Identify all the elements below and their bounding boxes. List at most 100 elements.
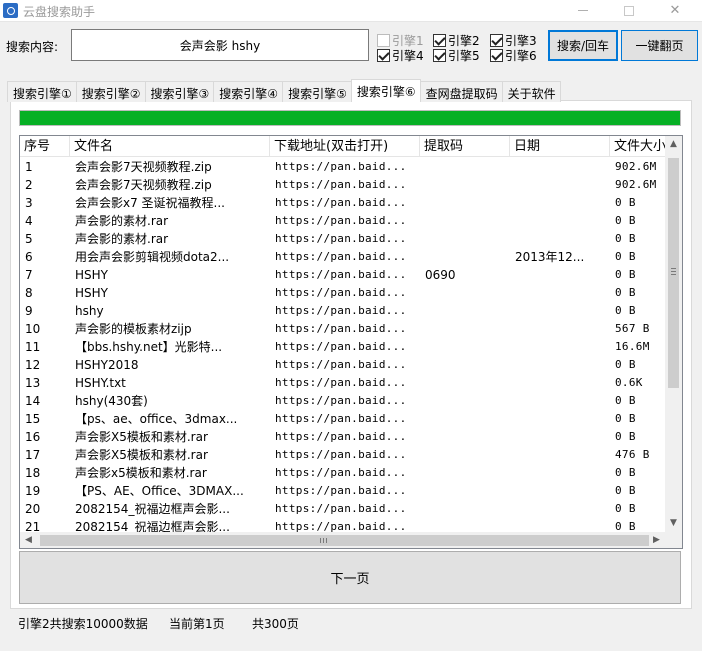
table-cell: 会声会影7天视频教程.zip xyxy=(75,160,212,174)
horizontal-scroll-thumb[interactable] xyxy=(40,535,649,546)
table-row[interactable]: 15 【ps、ae、office、3dmax... https://pan.baid… xyxy=(20,410,665,428)
table-row[interactable]: 11 【bbs.hshy.net】光影特... https://pan.baid..… xyxy=(20,338,665,356)
table-cell: 17 xyxy=(25,448,41,462)
column-header[interactable]: 文件名 xyxy=(70,136,270,156)
search-button[interactable]: 搜索/回车 xyxy=(548,30,618,61)
tab-6[interactable]: 搜索引擎⑥ xyxy=(350,79,421,102)
table-row[interactable]: 1 会声会影7天视频教程.zip https://pan.baid... 902.6M xyxy=(20,158,665,176)
minimize-button[interactable] xyxy=(560,0,606,22)
table-cell: 0690 xyxy=(425,268,456,282)
checkbox-icon[interactable] xyxy=(377,33,390,47)
tab-8[interactable]: 关于软件 xyxy=(501,81,561,102)
maximize-icon xyxy=(624,5,634,16)
table-cell: 0 B xyxy=(615,232,636,245)
table-cell: 12 xyxy=(25,358,41,372)
table-row[interactable]: 19 【PS、AE、Office、3DMAX... https://pan.baid… xyxy=(20,482,665,500)
scroll-down-icon[interactable]: ▼ xyxy=(665,515,682,532)
table-row[interactable]: 2 会声会影7天视频教程.zip https://pan.baid... 902.6M xyxy=(20,176,665,194)
table-cell xyxy=(420,338,510,356)
table-cell: 0.6K xyxy=(615,376,643,389)
table-cell xyxy=(420,320,510,338)
horizontal-scrollbar[interactable]: ◀ ▶ xyxy=(20,532,665,548)
tab-7[interactable]: 查网盘提取码 xyxy=(419,81,503,102)
table-row[interactable]: 4 声会影的素材.rar https://pan.baid... 0 B xyxy=(20,212,665,230)
vertical-scroll-thumb[interactable] xyxy=(668,158,679,388)
checkbox-icon[interactable] xyxy=(490,48,503,62)
table-cell: https://pan.baid... xyxy=(275,340,407,353)
table-cell xyxy=(510,428,610,446)
table-row[interactable]: 5 声会影的素材.rar https://pan.baid... 0 B xyxy=(20,230,665,248)
search-label: 搜索内容: xyxy=(6,40,59,54)
checkbox-icon[interactable] xyxy=(433,33,446,47)
table-cell: https://pan.baid... xyxy=(275,250,407,263)
table-cell: 0 B xyxy=(615,430,636,443)
engine-label: 引擎5 xyxy=(448,48,480,63)
maximize-button[interactable] xyxy=(606,0,652,22)
table-row[interactable]: 3 会声会影x7 圣诞祝福教程... https://pan.baid... 0 B xyxy=(20,194,665,212)
table-cell: 1 xyxy=(25,160,33,174)
table-cell: HSHY xyxy=(75,268,108,282)
vertical-scrollbar[interactable]: ▲ ▼ xyxy=(665,136,682,532)
tab-2[interactable]: 搜索引擎② xyxy=(75,81,146,102)
engine-checkbox-5[interactable]: 引擎5 xyxy=(433,47,480,63)
column-header[interactable]: 下载地址(双击打开) xyxy=(270,136,420,156)
table-row[interactable]: 14 hshy(430套) https://pan.baid... 0 B xyxy=(20,392,665,410)
table-row[interactable]: 9 hshy https://pan.baid... 0 B xyxy=(20,302,665,320)
table-cell: 【PS、AE、Office、3DMAX... xyxy=(75,484,244,498)
grip-line xyxy=(671,268,676,269)
table-cell: hshy(430套) xyxy=(75,394,148,408)
table-cell: 0 B xyxy=(615,412,636,425)
table-cell xyxy=(420,392,510,410)
table-cell xyxy=(420,446,510,464)
table-cell: https://pan.baid... xyxy=(275,214,407,227)
table-cell: 14 xyxy=(25,394,41,408)
table-cell: HSHY xyxy=(75,286,108,300)
scroll-up-icon[interactable]: ▲ xyxy=(665,136,682,153)
scroll-right-icon[interactable]: ▶ xyxy=(648,532,665,548)
table-row[interactable]: 6 用会声会影剪辑视频dota2... https://pan.baid... 201… xyxy=(20,248,665,266)
scrollbar-corner xyxy=(665,532,682,548)
auto-page-button[interactable]: 一键翻页 xyxy=(621,30,698,61)
progress-bar xyxy=(19,110,681,126)
next-page-button[interactable]: 下一页 xyxy=(19,551,681,604)
column-header[interactable]: 序号 xyxy=(20,136,70,156)
table-row[interactable]: 20 2082154_祝福边框声会影... https://pan.baid... 0… xyxy=(20,500,665,518)
table-cell: 0 B xyxy=(615,250,636,263)
table-cell: 16.6M xyxy=(615,340,650,353)
tab-bar: 搜索引擎① 搜索引擎② 搜索引擎③ 搜索引擎④ 搜索引擎⑤ 搜索引擎⑥ 查网盘提取码 关于软件 xyxy=(7,79,561,102)
checkbox-icon[interactable] xyxy=(377,48,390,62)
tab-4[interactable]: 搜索引擎④ xyxy=(213,81,284,102)
table-cell: 0 B xyxy=(615,466,636,479)
tab-3[interactable]: 搜索引擎③ xyxy=(144,81,215,102)
search-input[interactable] xyxy=(71,29,369,61)
minimize-icon xyxy=(578,10,588,11)
scroll-left-icon[interactable]: ◀ xyxy=(20,532,37,548)
column-header[interactable]: 提取码 xyxy=(420,136,510,156)
column-header[interactable]: 文件大小 xyxy=(610,136,665,156)
table-cell: 2082154_祝福边框声会影... xyxy=(75,502,230,516)
table-cell xyxy=(420,284,510,302)
table-row[interactable]: 17 声会影X5模板和素材.rar https://pan.baid... 476 B xyxy=(20,446,665,464)
table-cell xyxy=(510,482,610,500)
engine-checkbox-6[interactable]: 引擎6 xyxy=(490,47,537,63)
close-button[interactable]: ✕ xyxy=(652,0,698,22)
checkbox-icon[interactable] xyxy=(433,48,446,62)
table-row[interactable]: 18 声会影x5模板和素材.rar https://pan.baid... 0 B xyxy=(20,464,665,482)
tab-5[interactable]: 搜索引擎⑤ xyxy=(282,81,352,102)
table-row[interactable]: 13 HSHY.txt https://pan.baid... 0.6K xyxy=(20,374,665,392)
table-row[interactable]: 10 声会影的模板素材zijp https://pan.baid... 567 B xyxy=(20,320,665,338)
table-cell: https://pan.baid... xyxy=(275,160,407,173)
checkbox-icon[interactable] xyxy=(490,33,503,47)
table-cell xyxy=(420,500,510,518)
table-cell: 0 B xyxy=(615,484,636,497)
table-row[interactable]: 12 HSHY2018 https://pan.baid... 0 B xyxy=(20,356,665,374)
table-row[interactable]: 16 声会影X5模板和素材.rar https://pan.baid... 0 B xyxy=(20,428,665,446)
engine-checkbox-4[interactable]: 引擎4 xyxy=(377,47,424,63)
table-row[interactable]: 21 2082154_祝福边框声会影... https://pan.baid... 0… xyxy=(20,518,665,532)
app-icon xyxy=(3,3,18,18)
table-row[interactable]: 8 HSHY https://pan.baid... 0 B xyxy=(20,284,665,302)
table-cell: 0 B xyxy=(615,358,636,371)
tab-1[interactable]: 搜索引擎① xyxy=(7,81,77,102)
table-row[interactable]: 7 HSHY https://pan.baid... 0690 0 B xyxy=(20,266,665,284)
column-header[interactable]: 日期 xyxy=(510,136,610,156)
